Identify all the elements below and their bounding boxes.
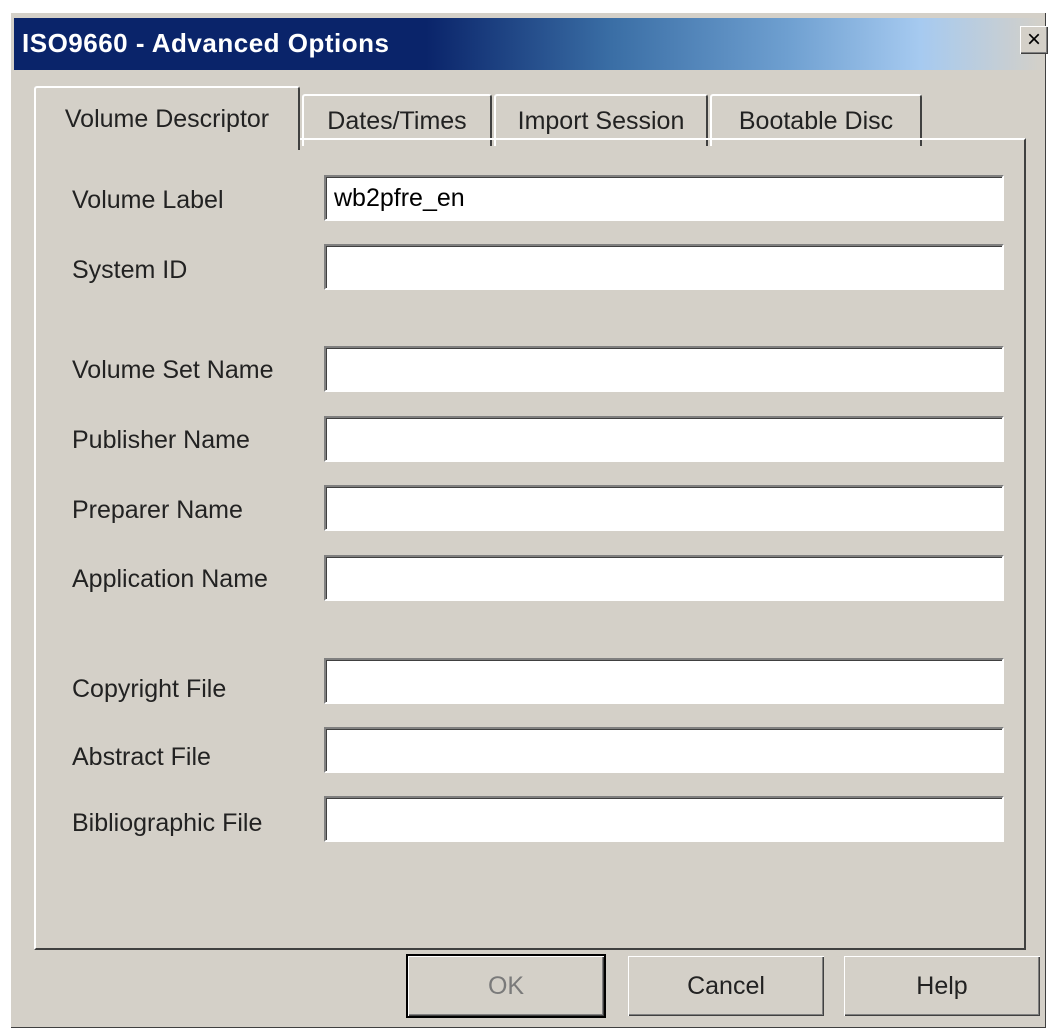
tab-volume-descriptor[interactable]: Volume Descriptor [34,86,300,150]
publisher-name-label: Publisher Name [72,426,250,454]
publisher-name-field[interactable] [324,416,1004,462]
close-icon: × [1026,26,1041,53]
system-id-field[interactable] [324,244,1004,290]
abstract-file-field[interactable] [324,727,1004,773]
ok-button[interactable]: OK [408,956,604,1016]
application-name-field[interactable] [324,555,1004,601]
cancel-button[interactable]: Cancel [628,956,824,1016]
abstract-file-label: Abstract File [72,743,211,771]
tab-label: Dates/Times [327,106,467,135]
preparer-name-label: Preparer Name [72,496,243,524]
close-button[interactable]: × [1020,26,1048,54]
window-title: ISO9660 - Advanced Options [22,28,390,58]
advanced-options-dialog: ISO9660 - Advanced Options × Volume Desc… [10,12,1048,1028]
bibliographic-file-label: Bibliographic File [72,809,263,837]
help-button[interactable]: Help [844,956,1040,1016]
volume-label-field[interactable] [324,175,1004,221]
bibliographic-file-field[interactable] [324,796,1004,842]
copyright-file-field[interactable] [324,658,1004,704]
system-id-label: System ID [72,256,188,284]
tab-label: Volume Descriptor [64,104,270,133]
tab-label: Import Session [517,106,685,135]
volume-set-name-label: Volume Set Name [72,356,274,384]
preparer-name-field[interactable] [324,485,1004,531]
volume-set-name-field[interactable] [324,346,1004,392]
volume-label-label: Volume Label [72,186,224,214]
copyright-file-label: Copyright File [72,675,227,703]
title-bar[interactable]: ISO9660 - Advanced Options × [14,18,1048,70]
tab-label: Bootable Disc [738,106,894,135]
application-name-label: Application Name [72,565,268,593]
